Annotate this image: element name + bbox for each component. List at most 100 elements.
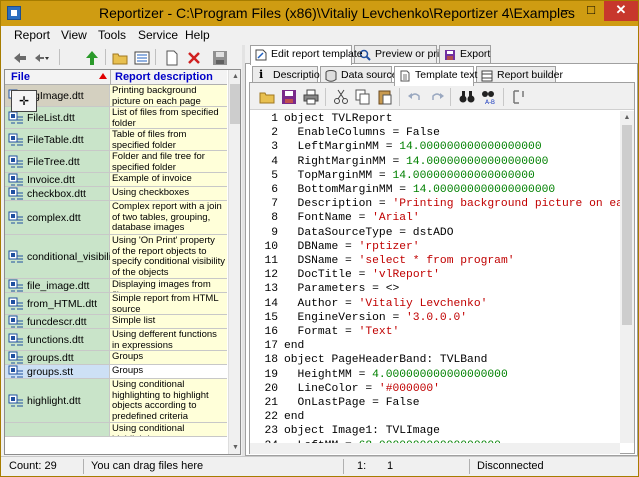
table-row[interactable]: Invoice.dtt Example of invoice <box>5 173 227 187</box>
column-header-description[interactable]: Report description <box>115 71 213 83</box>
cut-button[interactable] <box>330 86 352 108</box>
table-row[interactable]: funcdescr.dtt Simple list <box>5 315 227 329</box>
file-cell[interactable]: FileTable.dtt <box>5 129 110 150</box>
description-cell[interactable]: Groups <box>110 365 227 378</box>
back-dropdown-button[interactable] <box>31 47 55 67</box>
description-cell[interactable]: Displaying images from files <box>110 279 227 292</box>
file-list-scrollbar[interactable]: ▲ ▼ <box>228 70 240 454</box>
code-line[interactable]: end <box>284 411 304 423</box>
description-cell[interactable]: Example of invoice <box>110 173 227 186</box>
table-row[interactable]: file_image.dtt Displaying images from fil… <box>5 279 227 293</box>
table-row[interactable]: checkbox.dtt Using checkboxes <box>5 187 227 201</box>
table-row[interactable]: complex.dtt Complex report with a join of… <box>5 201 227 235</box>
scrollbar-thumb[interactable] <box>622 125 632 325</box>
code-line[interactable]: TopMarginMM = 14.000000000000000000 <box>284 170 535 182</box>
code-line[interactable]: DSName = 'select * from program' <box>284 255 515 267</box>
tab-preview-or-print[interactable]: Preview or print <box>354 45 448 63</box>
maximize-button[interactable]: □ <box>578 1 604 21</box>
list-view-button[interactable] <box>131 47 151 67</box>
code-line[interactable]: HeightMM = 4.000000000000000000 <box>284 369 508 381</box>
save-button[interactable] <box>278 86 300 108</box>
table-row[interactable]: functions.dtt Using defferent functions i… <box>5 329 227 351</box>
code-line[interactable]: object TVLReport <box>284 113 392 125</box>
code-line[interactable]: Author = 'Vitaliy Levchenko' <box>284 298 488 310</box>
table-row[interactable]: from_HTML.dtt Simple report from HTML sou… <box>5 293 227 315</box>
undo-button[interactable] <box>404 86 426 108</box>
description-cell[interactable]: Using defferent functions in expressions <box>110 329 227 350</box>
menu-tools[interactable]: Tools <box>98 28 126 42</box>
find-button[interactable] <box>456 86 478 108</box>
file-cell[interactable]: from_HTML.dtt <box>5 293 110 314</box>
menu-help[interactable]: Help <box>185 28 210 42</box>
table-row[interactable]: groups.dtt Groups <box>5 351 227 365</box>
close-button[interactable]: ✕ <box>604 1 638 21</box>
column-header-file[interactable]: File <box>11 71 30 83</box>
open-button[interactable] <box>256 86 278 108</box>
editor-vertical-scrollbar[interactable]: ▲ <box>620 111 634 443</box>
description-cell[interactable]: Printing background picture on each page <box>110 85 227 106</box>
code-line[interactable]: object PageHeaderBand: TVLBand <box>284 354 487 366</box>
back-button[interactable] <box>9 47 29 67</box>
tab-export[interactable]: Export <box>439 45 491 63</box>
description-cell[interactable]: List of files from specified folder <box>110 107 227 128</box>
file-cell[interactable]: highlight.dtt <box>5 379 110 422</box>
table-row[interactable]: Using conditional highlighting <box>5 423 227 437</box>
app-icon[interactable] <box>7 6 21 20</box>
replace-button[interactable]: A-B <box>478 86 500 108</box>
table-row[interactable]: BgImage.dtt Printing background picture o… <box>5 85 227 107</box>
description-cell[interactable]: Table of files from specified folder <box>110 129 227 150</box>
code-line[interactable]: BottomMarginMM = 14.000000000000000000 <box>284 184 556 196</box>
table-row[interactable]: FileTable.dtt Table of files from specifi… <box>5 129 227 151</box>
code-line[interactable]: DataSourceType = dstADO <box>284 227 454 239</box>
code-line[interactable]: OnLastPage = False <box>284 397 420 409</box>
scrollbar-thumb[interactable] <box>230 84 240 124</box>
file-cell[interactable]: groups.stt <box>5 365 110 378</box>
description-cell[interactable]: Simple list <box>110 315 227 328</box>
paste-button[interactable] <box>374 86 396 108</box>
editor-horizontal-scrollbar[interactable] <box>250 443 620 454</box>
print-button[interactable] <box>300 86 322 108</box>
file-cell[interactable] <box>5 423 110 436</box>
up-folder-button[interactable] <box>81 47 101 67</box>
minimize-button[interactable]: – <box>552 1 578 21</box>
copy-button[interactable] <box>352 86 374 108</box>
file-cell[interactable]: conditional_visibilit... <box>5 235 123 278</box>
code-line[interactable]: FontName = 'Arial' <box>284 212 420 224</box>
table-row[interactable]: FileList.dtt List of files from specified… <box>5 107 227 129</box>
table-row[interactable]: groups.stt Groups <box>5 365 227 379</box>
code-line[interactable]: object Image1: TVLImage <box>284 425 440 437</box>
menu-service[interactable]: Service <box>138 28 178 42</box>
description-cell[interactable]: Using 'On Print' property of the report … <box>110 235 227 278</box>
scroll-up-icon[interactable]: ▲ <box>620 111 634 124</box>
code-line[interactable]: LineColor = '#000000' <box>284 383 440 395</box>
code-line[interactable]: Description = 'Printing background pictu… <box>284 198 620 210</box>
code-line[interactable]: EnableColumns = False <box>284 127 440 139</box>
description-cell[interactable]: Using conditional highlighting <box>110 423 227 436</box>
file-cell[interactable]: FileTree.dtt <box>5 151 110 172</box>
file-cell[interactable]: funcdescr.dtt <box>5 315 110 328</box>
tab-edit-report-template[interactable]: Edit report template <box>250 45 363 65</box>
description-cell[interactable]: Using conditional highlighting to highli… <box>110 379 227 422</box>
code-line[interactable]: Parameters = <> <box>284 283 400 295</box>
file-cell[interactable]: complex.dtt <box>5 201 110 234</box>
code-line[interactable]: LeftMarginMM = 14.000000000000000000 <box>284 141 542 153</box>
menu-report[interactable]: Report <box>14 28 50 42</box>
file-cell[interactable]: groups.dtt <box>5 351 110 364</box>
scroll-up-icon[interactable]: ▲ <box>229 70 240 83</box>
description-cell[interactable]: Groups <box>110 351 227 364</box>
description-cell[interactable]: Folder and file tree for specified folde… <box>110 151 227 172</box>
description-cell[interactable]: Complex report with a join of two tables… <box>110 201 227 234</box>
go-to-line-button[interactable] <box>508 86 530 108</box>
file-cell[interactable]: file_image.dtt <box>5 279 110 292</box>
new-report-button[interactable] <box>161 47 181 67</box>
template-text-editor[interactable]: 1 object TVLReport 2 EnableColumns = False… <box>250 111 620 443</box>
delete-report-button[interactable] <box>183 47 203 67</box>
redo-button[interactable] <box>426 86 448 108</box>
description-cell[interactable]: Simple report from HTML source <box>110 293 227 314</box>
code-line[interactable]: end <box>284 340 304 352</box>
file-cell[interactable]: Invoice.dtt <box>5 173 110 186</box>
code-line[interactable]: EngineVersion = '3.0.0.0' <box>284 312 468 324</box>
table-row[interactable]: FileTree.dtt Folder and file tree for spe… <box>5 151 227 173</box>
menu-view[interactable]: View <box>61 28 87 42</box>
file-cell[interactable]: checkbox.dtt <box>5 187 110 200</box>
